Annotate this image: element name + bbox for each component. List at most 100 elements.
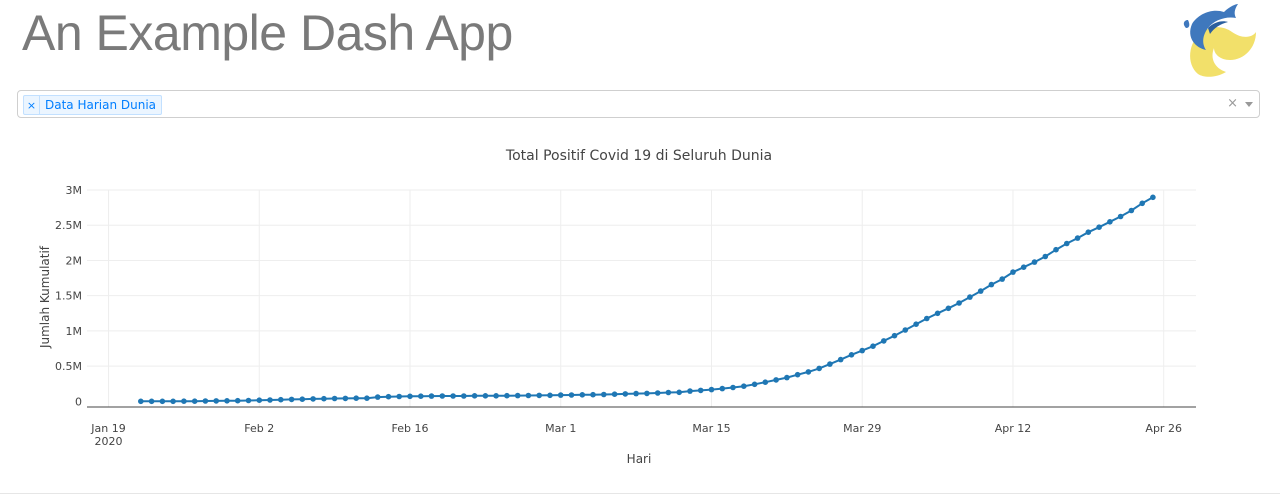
data-point[interactable]: [202, 398, 209, 404]
data-point[interactable]: [191, 398, 198, 405]
dataset-dropdown[interactable]: × Data Harian Dunia ×: [17, 90, 1260, 118]
data-point[interactable]: [224, 398, 230, 404]
data-point[interactable]: [234, 397, 241, 404]
data-point[interactable]: [342, 395, 349, 402]
data-point[interactable]: [1107, 219, 1113, 225]
data-point[interactable]: [967, 294, 973, 300]
data-point[interactable]: [622, 391, 629, 397]
data-point[interactable]: [601, 391, 607, 398]
data-point[interactable]: [816, 365, 822, 372]
data-point[interactable]: [859, 347, 865, 354]
data-point[interactable]: [525, 392, 532, 399]
data-point[interactable]: [1064, 240, 1070, 247]
data-point[interactable]: [148, 398, 155, 405]
data-point[interactable]: [633, 390, 639, 397]
y-tick-label: 0.5M: [55, 360, 82, 373]
data-point[interactable]: [719, 385, 726, 392]
remove-option-icon[interactable]: ×: [24, 96, 40, 114]
data-point[interactable]: [1150, 194, 1156, 201]
data-point[interactable]: [762, 379, 769, 385]
data-point[interactable]: [773, 377, 779, 383]
data-point[interactable]: [482, 393, 489, 399]
data-point[interactable]: [999, 276, 1005, 282]
data-point[interactable]: [557, 392, 564, 398]
data-point[interactable]: [353, 395, 360, 402]
data-point[interactable]: [784, 374, 790, 381]
data-point[interactable]: [924, 315, 930, 322]
data-point[interactable]: [1031, 259, 1038, 265]
data-point[interactable]: [1053, 246, 1059, 253]
data-point[interactable]: [827, 361, 833, 367]
data-point[interactable]: [504, 392, 510, 399]
data-point[interactable]: [245, 397, 252, 404]
data-point[interactable]: [676, 389, 682, 396]
data-point[interactable]: [418, 393, 424, 400]
data-point[interactable]: [385, 393, 392, 400]
data-point[interactable]: [461, 393, 467, 399]
data-point[interactable]: [902, 327, 909, 333]
data-point[interactable]: [514, 392, 521, 399]
data-point[interactable]: [396, 393, 403, 400]
data-point[interactable]: [374, 394, 381, 400]
data-point[interactable]: [493, 393, 499, 399]
data-point[interactable]: [687, 388, 693, 394]
data-point[interactable]: [159, 398, 166, 405]
data-point[interactable]: [665, 389, 672, 396]
data-point[interactable]: [1074, 235, 1081, 241]
data-point[interactable]: [837, 356, 844, 363]
data-point[interactable]: [181, 398, 187, 405]
data-point[interactable]: [611, 391, 618, 398]
data-point[interactable]: [1139, 200, 1145, 207]
data-point[interactable]: [590, 391, 596, 398]
data-point[interactable]: [977, 288, 984, 294]
data-point[interactable]: [644, 390, 650, 397]
data-point[interactable]: [848, 352, 855, 358]
data-point[interactable]: [331, 395, 338, 402]
data-point[interactable]: [751, 381, 758, 388]
data-point[interactable]: [1096, 224, 1102, 230]
data-point[interactable]: [547, 392, 553, 399]
data-point[interactable]: [568, 392, 575, 398]
chevron-down-icon[interactable]: [1245, 102, 1253, 107]
data-point[interactable]: [1085, 229, 1092, 235]
data-point[interactable]: [956, 300, 962, 306]
data-point[interactable]: [278, 396, 284, 403]
data-point[interactable]: [794, 371, 801, 378]
data-point[interactable]: [310, 396, 316, 402]
data-point[interactable]: [299, 396, 306, 403]
data-point[interactable]: [321, 395, 327, 402]
data-point[interactable]: [913, 321, 919, 327]
data-point[interactable]: [471, 393, 478, 399]
data-point[interactable]: [708, 386, 715, 393]
data-point[interactable]: [870, 343, 876, 349]
data-point[interactable]: [1042, 253, 1049, 260]
data-point[interactable]: [741, 383, 747, 389]
clear-icon[interactable]: ×: [1227, 96, 1238, 111]
data-point[interactable]: [407, 393, 413, 400]
data-point[interactable]: [1117, 213, 1124, 220]
data-point[interactable]: [256, 397, 263, 404]
data-point[interactable]: [805, 369, 812, 375]
data-point[interactable]: [364, 395, 370, 402]
data-point[interactable]: [170, 398, 176, 405]
data-point[interactable]: [288, 396, 295, 403]
data-point[interactable]: [213, 398, 219, 404]
data-point[interactable]: [138, 398, 144, 405]
data-point[interactable]: [730, 384, 736, 391]
data-point[interactable]: [934, 310, 941, 317]
data-point[interactable]: [439, 393, 446, 399]
data-point[interactable]: [428, 393, 435, 399]
data-point[interactable]: [579, 392, 586, 398]
data-point[interactable]: [1010, 269, 1016, 275]
data-point[interactable]: [536, 392, 542, 399]
data-point[interactable]: [1020, 264, 1027, 270]
data-point[interactable]: [1128, 207, 1135, 214]
data-point[interactable]: [881, 338, 887, 344]
data-point[interactable]: [450, 393, 456, 399]
data-point[interactable]: [988, 281, 995, 288]
data-point[interactable]: [945, 305, 952, 312]
data-point[interactable]: [654, 390, 661, 396]
data-point[interactable]: [891, 332, 898, 339]
data-point[interactable]: [267, 397, 273, 403]
data-point[interactable]: [697, 387, 704, 394]
